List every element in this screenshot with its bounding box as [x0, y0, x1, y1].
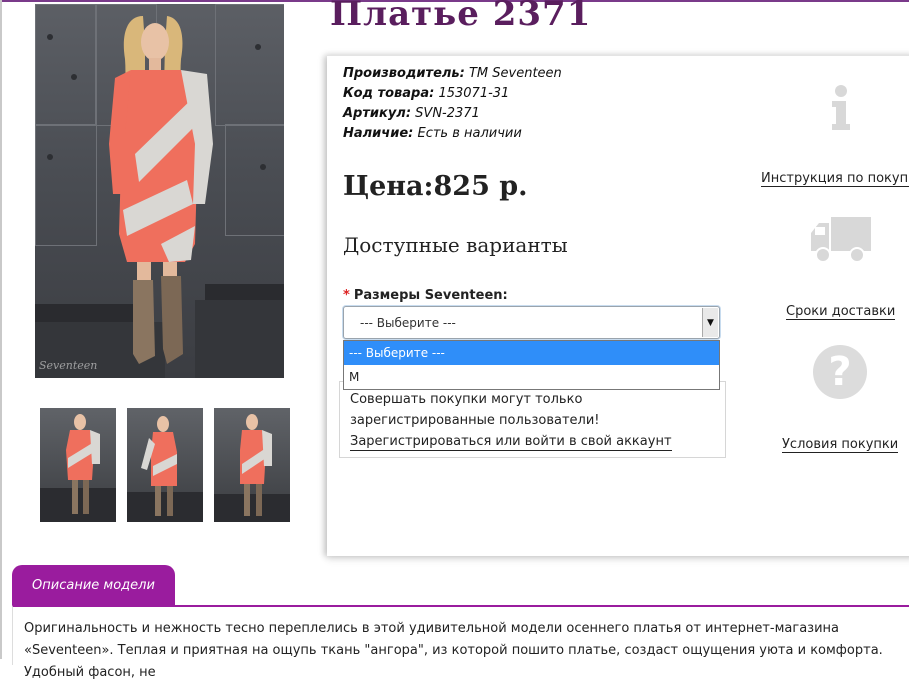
product-info-box: Производитель: ТМ Seventeen Код товара: …	[327, 55, 909, 556]
size-option[interactable]: --- Выберите ---	[344, 341, 719, 365]
spec-value: Есть в наличии	[417, 126, 522, 141]
product-main-photo[interactable]: Seventeen	[35, 4, 284, 378]
size-select[interactable]: --- Выберите --- ▼	[343, 306, 720, 339]
spec-article: Артикул: SVN-2371	[343, 106, 480, 121]
thumbnail-image	[40, 414, 116, 522]
product-thumbnail-3[interactable]	[214, 408, 290, 522]
left-border	[0, 0, 2, 659]
login-register-link[interactable]: Зарегистрироваться или войти в свой акка…	[350, 434, 672, 451]
variants-heading: Доступные варианты	[343, 233, 568, 257]
spec-manufacturer: Производитель: ТМ Seventeen	[343, 66, 562, 81]
thumbnail-image	[214, 414, 290, 522]
product-title: Платье 2371	[330, 0, 592, 34]
size-select-value: --- Выберите ---	[360, 316, 456, 330]
purchase-terms-link[interactable]: Условия покупки	[782, 437, 899, 453]
spec-label: Код товара:	[343, 86, 435, 101]
spec-availability: Наличие: Есть в наличии	[343, 126, 522, 141]
notice-text: Совершать покупки могут только зарегистр…	[350, 392, 600, 428]
instruction-link[interactable]: Инструкция по покупке	[761, 171, 909, 187]
description-text: Оригинальность и нежность тесно переплел…	[24, 621, 883, 680]
size-option[interactable]: M	[344, 365, 719, 389]
question-icon: ?	[813, 345, 867, 399]
photo-watermark: Seventeen	[39, 359, 98, 372]
chevron-down-icon[interactable]: ▼	[702, 308, 718, 337]
spec-label: Артикул:	[343, 106, 412, 121]
size-label-text: Размеры Seventeen:	[353, 288, 508, 303]
truck-icon	[811, 217, 871, 263]
login-notice: Совершать покупки могут только зарегистр…	[339, 381, 726, 458]
thumbnail-image	[127, 416, 203, 522]
size-label: * Размеры Seventeen:	[343, 288, 508, 303]
tab-model-description[interactable]: Описание модели	[12, 565, 175, 605]
spec-value: SVN-2371	[415, 106, 480, 121]
product-thumbnail-1[interactable]	[40, 408, 116, 522]
product-thumbnail-2[interactable]	[127, 408, 203, 522]
spec-value: ТМ Seventeen	[468, 66, 562, 81]
delivery-terms-link[interactable]: Сроки доставки	[786, 304, 896, 320]
required-mark: *	[343, 288, 350, 303]
product-price: Цена:825 р.	[343, 171, 528, 202]
spec-value: 153071-31	[438, 86, 510, 101]
model-figure	[109, 16, 213, 364]
info-icon	[832, 85, 850, 130]
spec-label: Наличие:	[343, 126, 414, 141]
spec-label: Производитель:	[343, 66, 465, 81]
spec-product-code: Код товара: 153071-31	[343, 86, 509, 101]
size-dropdown-list: --- Выберите --- M	[343, 340, 720, 390]
